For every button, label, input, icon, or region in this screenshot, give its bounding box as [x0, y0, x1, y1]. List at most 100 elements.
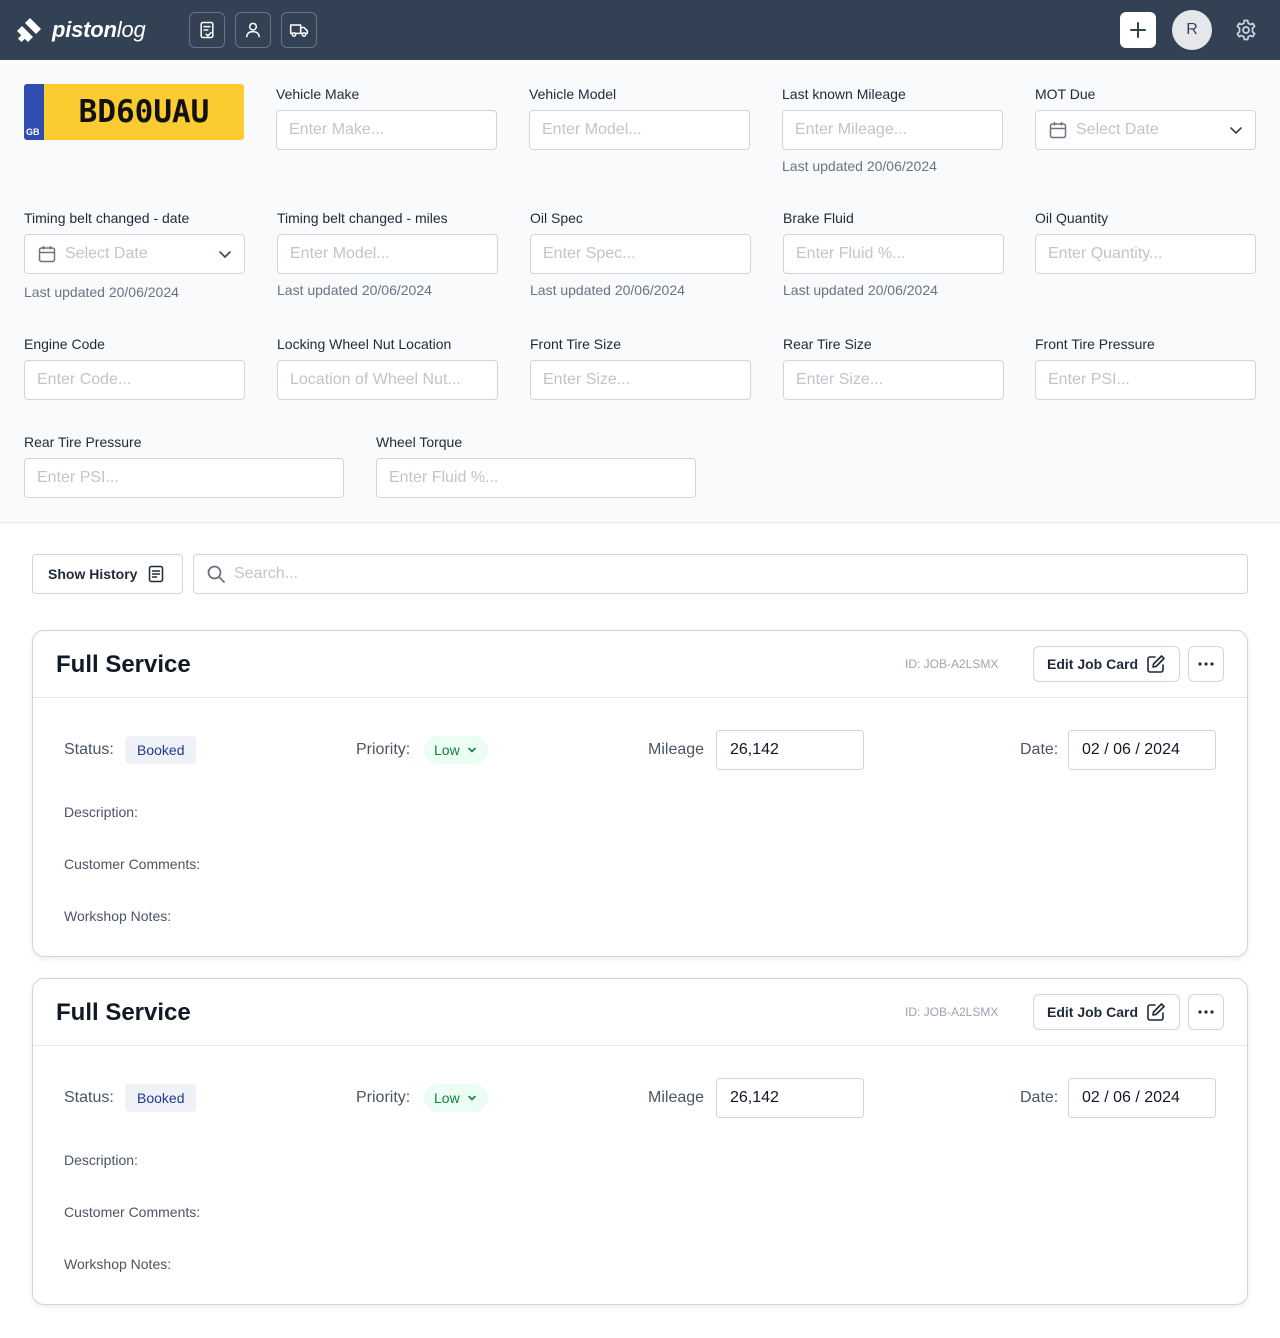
avatar-initial: R [1186, 21, 1198, 38]
oil-quantity-input[interactable] [1048, 245, 1243, 263]
rear-tire-pressure-field: Rear Tire Pressure [24, 432, 344, 498]
front-tire-size-field: Front Tire Size [530, 334, 751, 400]
customer-comments-label: Customer Comments: [64, 1204, 201, 1220]
workshop-notes-label: Workshop Notes: [64, 908, 172, 924]
mot-due-label: MOT Due [1035, 86, 1096, 102]
priority-dropdown[interactable]: Low [424, 736, 488, 764]
more-options-button[interactable] [1188, 646, 1224, 682]
wheel-torque-input[interactable] [389, 469, 683, 487]
edit-job-card-label: Edit Job Card [1047, 1004, 1139, 1020]
edit-job-card-label: Edit Job Card [1047, 656, 1139, 672]
priority-label: Priority: [356, 1089, 411, 1106]
wheel-nut-location-field: Locking Wheel Nut Location [277, 334, 498, 400]
show-history-button[interactable]: Show History [32, 554, 183, 594]
plate-registration: BD60UAU [78, 94, 210, 130]
rear-tire-pressure-input[interactable] [37, 469, 331, 487]
oil-spec-label: Oil Spec [530, 210, 583, 226]
nav-jobs-button[interactable] [189, 12, 225, 48]
add-button[interactable] [1120, 12, 1156, 48]
brake-fluid-input[interactable] [796, 245, 991, 263]
priority-dropdown[interactable]: Low [424, 1084, 488, 1112]
edit-job-card-button[interactable]: Edit Job Card [1033, 646, 1180, 682]
rear-tire-size-input[interactable] [796, 371, 991, 389]
engine-code-field: Engine Code [24, 334, 245, 400]
gear-icon[interactable] [1234, 18, 1258, 42]
mileage-input[interactable] [795, 121, 990, 139]
vehicle-make-input[interactable] [289, 121, 484, 139]
more-options-button[interactable] [1188, 994, 1224, 1030]
priority-label: Priority: [356, 741, 411, 758]
vehicle-model-input[interactable] [542, 121, 737, 139]
search-icon [207, 565, 225, 583]
timing-belt-date-picker[interactable]: Select Date [24, 234, 245, 274]
mileage-last-updated: Last updated 20/06/2024 [782, 158, 937, 174]
front-tire-size-input[interactable] [543, 371, 738, 389]
job-card: Full Service ID: JOB-A2LSMX Edit Job Car… [32, 630, 1248, 957]
job-card: Full Service ID: JOB-A2LSMX Edit Job Car… [32, 978, 1248, 1305]
ellipsis-icon [1198, 1010, 1214, 1014]
logo-text: pistonlog [52, 17, 146, 42]
search-input[interactable] [234, 565, 1223, 583]
status-badge: Booked [125, 1084, 197, 1112]
mileage-label: Last known Mileage [782, 86, 906, 102]
mileage-input[interactable]: 26,142 [716, 1078, 864, 1118]
oil-quantity-label: Oil Quantity [1035, 210, 1109, 226]
front-tire-pressure-input[interactable] [1048, 371, 1243, 389]
oil-spec-field: Oil Spec Last updated 20/06/2024 [530, 208, 751, 298]
calendar-icon [1049, 122, 1067, 139]
wheel-nut-location-input[interactable] [290, 371, 485, 389]
timing-belt-miles-input[interactable] [290, 245, 485, 263]
date-label: Date: [1020, 1089, 1059, 1106]
wheel-torque-field: Wheel Torque [376, 432, 696, 498]
customer-comments-label: Customer Comments: [64, 856, 201, 872]
mileage-label: Mileage [648, 741, 705, 758]
job-card-title: Full Service [56, 999, 191, 1026]
description-label: Description: [64, 1152, 138, 1168]
workshop-notes-label: Workshop Notes: [64, 1256, 172, 1272]
wheel-nut-location-label: Locking Wheel Nut Location [277, 336, 452, 352]
rear-tire-size-label: Rear Tire Size [783, 336, 872, 352]
edit-job-card-button[interactable]: Edit Job Card [1033, 994, 1180, 1030]
oil-quantity-field: Oil Quantity [1035, 208, 1256, 274]
chevron-down-icon [1230, 127, 1242, 135]
mot-due-field: MOT Due Select Date [1035, 84, 1256, 150]
engine-code-label: Engine Code [24, 336, 105, 352]
rear-tire-pressure-label: Rear Tire Pressure [24, 434, 142, 450]
job-card-title: Full Service [56, 651, 191, 678]
oil-spec-last-updated: Last updated 20/06/2024 [530, 282, 685, 298]
mileage-input[interactable]: 26,142 [716, 730, 864, 770]
vehicle-make-label: Vehicle Make [276, 86, 360, 102]
number-plate: GB BD60UAU [24, 84, 244, 140]
front-tire-pressure-field: Front Tire Pressure [1035, 334, 1256, 400]
timing-belt-date-last-updated: Last updated 20/06/2024 [24, 284, 179, 300]
chevron-down-icon [219, 251, 231, 259]
date-label: Date: [1020, 741, 1059, 758]
rear-tire-size-field: Rear Tire Size [783, 334, 1004, 400]
date-input[interactable]: 02 / 06 / 2024 [1068, 730, 1216, 770]
logo[interactable]: pistonlog [16, 16, 146, 44]
nav-customers-button[interactable] [235, 12, 271, 48]
vehicle-model-field: Vehicle Model [529, 84, 750, 150]
status-badge: Booked [125, 736, 197, 764]
front-tire-size-label: Front Tire Size [530, 336, 622, 352]
date-input[interactable]: 02 / 06 / 2024 [1068, 1078, 1216, 1118]
clipboard-check-icon [200, 21, 214, 39]
job-card-body: Status: Booked Priority: Low Mileage 26,… [33, 1046, 1247, 1304]
vehicle-model-label: Vehicle Model [529, 86, 617, 102]
avatar[interactable]: R [1172, 10, 1212, 50]
nav-vehicles-button[interactable] [281, 12, 317, 48]
mileage-field: Last known Mileage Last updated 20/06/20… [782, 84, 1003, 174]
plus-icon [1130, 22, 1146, 38]
status-label: Status: [64, 1089, 114, 1106]
edit-icon [1147, 655, 1165, 673]
oil-spec-input[interactable] [543, 245, 738, 263]
engine-code-input[interactable] [37, 371, 232, 389]
brake-fluid-label: Brake Fluid [783, 210, 854, 226]
plate-country-code: GB [26, 127, 40, 137]
document-list-icon [149, 565, 164, 583]
user-icon [246, 22, 260, 38]
job-card-body: Status: Booked Priority: Low Mileage 26,… [33, 698, 1247, 956]
mot-due-date-picker[interactable]: Select Date [1035, 110, 1256, 150]
job-card-header: Full Service ID: JOB-A2LSMX Edit Job Car… [33, 631, 1247, 698]
search-bar[interactable] [193, 554, 1248, 594]
